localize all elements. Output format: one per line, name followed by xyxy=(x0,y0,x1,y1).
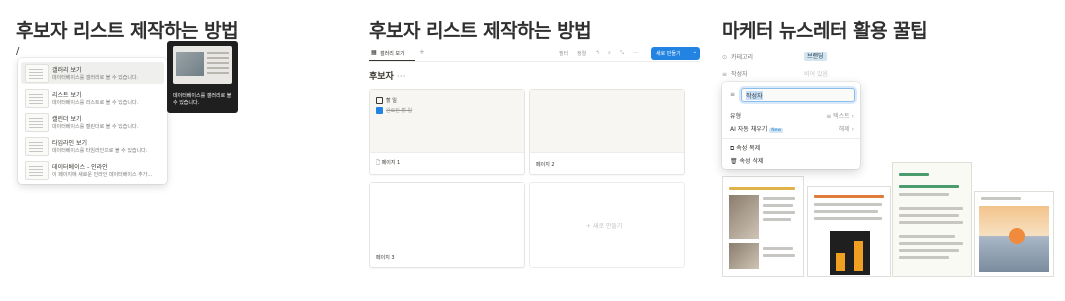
page-title: 후보자 리스트 제작하는 방법 xyxy=(16,20,239,42)
new-button-label: 새로 만들기 xyxy=(656,51,681,57)
divider xyxy=(722,138,860,139)
menu-item-label: 갤러리 보기 xyxy=(52,67,82,74)
gallery-view-icon xyxy=(25,64,49,83)
property-popup: ≡ 작성자 유형 ≡ 텍스트 › AI 자동 채우기 New 해제 › ⧉ 속성 복제… xyxy=(722,82,860,169)
page-title: 후보자 리스트 제작하는 방법 xyxy=(369,20,592,42)
todo-item[interactable]: 할 일 xyxy=(376,97,397,104)
card-title: 페이지 3 xyxy=(376,255,395,261)
gallery-view-icon: ▦ xyxy=(371,49,377,56)
card-title: 🗋 페이지 1 xyxy=(376,159,400,168)
card-title: 페이지 2 xyxy=(536,162,555,168)
newsletter-thumbnail xyxy=(722,176,804,277)
menu-item-label: 데이터베이스 - 인라인 xyxy=(52,164,108,171)
new-badge: New xyxy=(769,128,784,133)
property-value[interactable]: 브랜딩 xyxy=(804,51,827,61)
tag-chip: 브랜딩 xyxy=(804,52,827,61)
menu-item-calendar-view[interactable]: 캘린더 보기 데이터베이스를 캘린더로 볼 수 있습니다. xyxy=(21,111,164,133)
row-label: 속성 복제 xyxy=(736,145,761,152)
menu-item-timeline-view[interactable]: 타임라인 보기 데이터베이스를 타임라인으로 볼 수 있습니다. xyxy=(21,135,164,157)
panel-gallery-view: 후보자 리스트 제작하는 방법 ▦ 갤러리 보기 + 필터 정렬 ϟ ⌕ ⤡ ·… xyxy=(355,0,710,301)
newsletter-thumbnail xyxy=(892,162,972,277)
gallery-card[interactable]: 페이지 2 xyxy=(529,89,685,175)
menu-item-duplicate[interactable]: ⧉ 속성 복제 xyxy=(730,143,854,153)
property-label: 카테고리 xyxy=(731,54,754,61)
page-title: 마케터 뉴스레터 활용 꿀팁 xyxy=(722,20,928,42)
slash-command[interactable]: / xyxy=(16,46,19,57)
tab-gallery-view[interactable]: 갤러리 보기 xyxy=(380,50,405,57)
timeline-view-icon xyxy=(25,137,49,156)
row-value: ≡ 텍스트 › xyxy=(826,113,854,120)
row-label: AI 자동 채우기 xyxy=(730,126,768,133)
panel-property-edit: 마케터 뉴스레터 활용 꿀팁 ⊙ 카테고리 브랜딩 ≡ 작성자 비어 있음 ≡ 작성… xyxy=(710,0,1065,301)
row-label: 속성 삭제 xyxy=(739,158,764,165)
card-title-text: 페이지 1 xyxy=(381,160,401,166)
preview-text: 데이터베이스를 갤러리로 볼 수 있습니다. xyxy=(173,93,232,106)
database-icon xyxy=(25,161,49,180)
newsletter-thumbnail xyxy=(807,186,891,277)
menu-item-label: 타임라인 보기 xyxy=(52,140,88,147)
automation-icon[interactable]: ϟ xyxy=(596,50,599,56)
trash-icon: 🗑 xyxy=(730,158,740,165)
property-label: 작성자 xyxy=(731,71,748,78)
new-card-label: + 새로 만들기 xyxy=(586,223,623,230)
calendar-view-icon xyxy=(25,113,49,132)
property-category[interactable]: ⊙ 카테고리 xyxy=(722,52,753,61)
todo-item[interactable]: 완료된 할 일 xyxy=(376,107,412,114)
chevron-down-icon[interactable]: ⌄ xyxy=(693,49,697,55)
group-header: 후보자 ··· xyxy=(369,69,405,82)
preview-image xyxy=(173,46,232,84)
menu-item-desc: 이 페이지에 새로운 인라인 데이터베이스 추가... xyxy=(52,172,153,178)
checkbox-checked[interactable] xyxy=(376,107,383,114)
menu-item-desc: 데이터베이스를 타임라인으로 볼 수 있습니다. xyxy=(52,148,148,154)
group-more-button[interactable]: ··· xyxy=(397,72,406,82)
menu-item-type[interactable]: 유형 ≡ 텍스트 › xyxy=(730,111,854,121)
expand-icon[interactable]: ⤡ xyxy=(620,50,624,56)
property-author[interactable]: ≡ 작성자 xyxy=(722,69,748,78)
todo-text: 할 일 xyxy=(386,98,397,104)
new-card-button[interactable]: + 새로 만들기 xyxy=(529,182,685,268)
card-preview: 할 일 완료된 할 일 xyxy=(370,90,524,153)
category-icon: ⊙ xyxy=(722,54,728,61)
panel-slash-menu: 후보자 리스트 제작하는 방법 / 갤러리 보기 데이터베이스를 갤러리로 볼 … xyxy=(0,0,355,301)
add-view-button[interactable]: + xyxy=(419,48,425,56)
menu-item-desc: 데이터베이스를 캘린더로 볼 수 있습니다. xyxy=(52,124,139,130)
menu-item-delete[interactable]: 🗑 속성 삭제 xyxy=(730,156,854,166)
text-icon: ≡ xyxy=(722,71,728,78)
newsletter-thumbnail xyxy=(974,191,1054,277)
more-icon[interactable]: ··· xyxy=(633,50,638,56)
input-value: 작성자 xyxy=(746,91,763,100)
sort-button[interactable]: 정렬 xyxy=(577,50,586,57)
menu-item-label: 캘린더 보기 xyxy=(52,116,82,123)
search-icon[interactable]: ⌕ xyxy=(608,50,611,56)
todo-text: 완료된 할 일 xyxy=(386,108,413,114)
autofill-value: 해제 xyxy=(838,126,850,133)
menu-item-desc: 데이터베이스를 리스트로 볼 수 있습니다. xyxy=(52,100,139,106)
menu-preview-tooltip: 데이터베이스를 갤러리로 볼 수 있습니다. xyxy=(167,41,238,113)
row-value: 해제 › xyxy=(838,126,854,133)
list-view-icon xyxy=(25,89,49,108)
new-button[interactable]: 새로 만들기 ⌄ xyxy=(651,47,700,60)
card-preview xyxy=(530,90,684,153)
menu-item-gallery-view[interactable]: 갤러리 보기 데이터베이스를 갤러리로 볼 수 있습니다. xyxy=(21,62,164,84)
type-value: 텍스트 xyxy=(833,113,850,120)
gallery-card[interactable]: 페이지 3 xyxy=(369,182,525,268)
text-icon: ≡ xyxy=(730,91,736,98)
property-name-input[interactable]: 작성자 xyxy=(741,88,855,102)
menu-item-list-view[interactable]: 리스트 보기 데이터베이스를 리스트로 볼 수 있습니다. xyxy=(21,87,164,109)
block-menu: 갤러리 보기 데이터베이스를 갤러리로 볼 수 있습니다. 리스트 보기 데이터… xyxy=(18,58,167,184)
property-value[interactable]: 비어 있음 xyxy=(804,69,828,78)
filter-button[interactable]: 필터 xyxy=(559,50,568,57)
active-tab-indicator xyxy=(369,60,415,61)
row-label: 유형 xyxy=(730,113,742,120)
menu-item-inline-database[interactable]: 데이터베이스 - 인라인 이 페이지에 새로운 인라인 데이터베이스 추가... xyxy=(21,159,164,181)
gallery-card[interactable]: 할 일 완료된 할 일 🗋 페이지 1 xyxy=(369,89,525,175)
menu-item-desc: 데이터베이스를 갤러리로 볼 수 있습니다. xyxy=(52,75,139,81)
menu-item-label: 리스트 보기 xyxy=(52,92,82,99)
card-preview xyxy=(370,183,524,245)
group-name: 후보자 xyxy=(369,72,394,82)
checkbox[interactable] xyxy=(376,97,383,104)
menu-item-ai-autofill[interactable]: AI 자동 채우기 New 해제 › xyxy=(730,124,854,134)
view-tabs: ▦ 갤러리 보기 + 필터 정렬 ϟ ⌕ ⤡ ··· 새로 만들기 ⌄ xyxy=(369,47,700,62)
